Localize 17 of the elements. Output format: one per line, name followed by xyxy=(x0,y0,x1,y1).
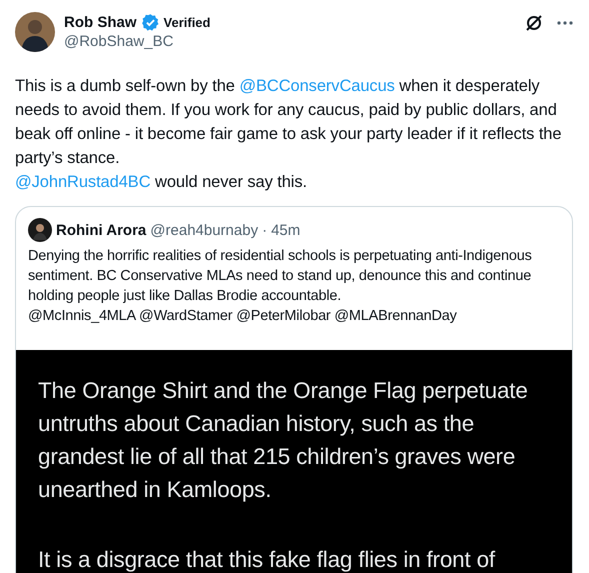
author-name[interactable]: Rob Shaw xyxy=(64,14,137,30)
screenshot-text: The Orange Shirt and the Orange Flag perpetuate untruths about Canadian history, such as the grandest lie of all that 215 children’s graves were unearthed in Kamloops. xyxy=(38,377,529,504)
timestamp[interactable]: 45m xyxy=(271,222,300,238)
quoted-tweet-card[interactable] xyxy=(15,206,573,573)
verified-badge-icon xyxy=(140,12,160,32)
screenshot-text: It is a disgrace that this fake flag flies in front of xyxy=(38,546,496,573)
quoted-author-handle[interactable]: @reah4burnaby xyxy=(150,222,258,238)
more-icon[interactable] xyxy=(557,21,573,25)
author-handle[interactable]: @RobShaw_BC xyxy=(64,33,516,50)
verified-label: Verified xyxy=(164,14,210,30)
avatar[interactable] xyxy=(15,12,55,52)
tweet-text: This is a dumb self-own by the @BCConservCaucus when it desperately needs to avoid them. If you work for any caucus, paid by public dollars, and beak off online - it become fair game to ask your party leader if it reflects the party’s stance. @JohnRustad4BC would never say this. xyxy=(15,76,562,193)
avatar xyxy=(28,218,52,242)
quoted-author-name[interactable]: Rohini Arora xyxy=(56,222,146,238)
text-screenshot[interactable] xyxy=(16,350,572,573)
separator: · xyxy=(262,222,268,238)
quoted-tweet-text: Denying the horrific realities of residential schools is perpetuating anti-Indigenous sentiment. BC Conservative MLAs need to stand up, denounce this and continue holding people just like Dallas Brodie accountable. @McInnis_4MLA @WardStamer @PeterMilobar @MLABrennanDay xyxy=(28,247,533,326)
